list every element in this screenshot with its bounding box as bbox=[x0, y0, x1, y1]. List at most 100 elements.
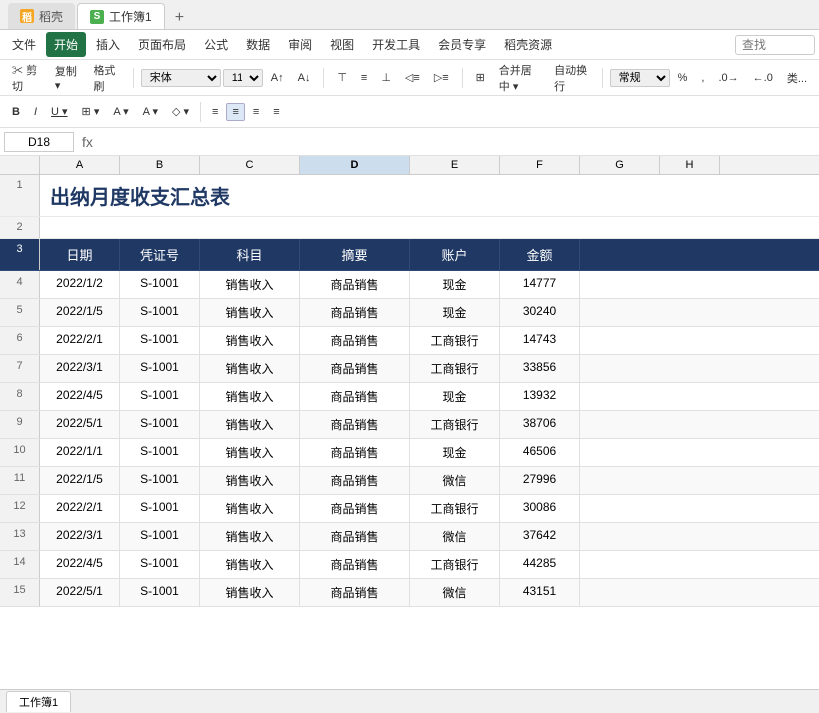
align-center-button[interactable]: ≡ bbox=[226, 103, 244, 121]
cell-voucher[interactable]: S-1001 bbox=[120, 551, 200, 578]
cell-account[interactable]: 工商银行 bbox=[410, 495, 500, 522]
menu-insert[interactable]: 插入 bbox=[88, 32, 128, 57]
cell-amount[interactable]: 14777 bbox=[500, 271, 580, 298]
cell-subject[interactable]: 销售收入 bbox=[200, 495, 300, 522]
cell-date[interactable]: 2022/1/5 bbox=[40, 299, 120, 326]
col-header-C[interactable]: C bbox=[200, 156, 300, 174]
align-right-button[interactable]: ≡ bbox=[247, 103, 265, 121]
cell-account[interactable]: 微信 bbox=[410, 467, 500, 494]
cell-voucher[interactable]: S-1001 bbox=[120, 495, 200, 522]
cell-date[interactable]: 2022/5/1 bbox=[40, 579, 120, 606]
cell-account[interactable]: 微信 bbox=[410, 523, 500, 550]
underline-button[interactable]: U ▾ bbox=[45, 102, 74, 121]
menu-vip[interactable]: 会员专享 bbox=[430, 32, 494, 57]
cell-account[interactable]: 工商银行 bbox=[410, 411, 500, 438]
copy-button[interactable]: 复制 ▾ bbox=[49, 60, 86, 95]
cell-date[interactable]: 2022/1/1 bbox=[40, 439, 120, 466]
col-header-H[interactable]: H bbox=[660, 156, 720, 174]
erase-button[interactable]: ◇ ▾ bbox=[166, 102, 195, 121]
cell-date[interactable]: 2022/2/1 bbox=[40, 327, 120, 354]
cell-summary[interactable]: 商品销售 bbox=[300, 495, 410, 522]
col-header-A[interactable]: A bbox=[40, 156, 120, 174]
merge-center-button[interactable]: 合并居中 ▾ bbox=[493, 59, 546, 97]
cell-amount[interactable]: 38706 bbox=[500, 411, 580, 438]
align-left-button[interactable]: ≡ bbox=[206, 103, 224, 121]
indent-decrease-button[interactable]: ◁≡ bbox=[399, 68, 426, 87]
menu-daoke[interactable]: 稻壳资源 bbox=[496, 32, 560, 57]
cell-amount[interactable]: 14743 bbox=[500, 327, 580, 354]
cell-account[interactable]: 现金 bbox=[410, 271, 500, 298]
increase-font-button[interactable]: A↑ bbox=[265, 69, 290, 87]
cell-voucher[interactable]: S-1001 bbox=[120, 411, 200, 438]
cell-amount[interactable]: 44285 bbox=[500, 551, 580, 578]
cell-summary[interactable]: 商品销售 bbox=[300, 523, 410, 550]
cell-date[interactable]: 2022/1/5 bbox=[40, 467, 120, 494]
align-middle-button[interactable]: ≡ bbox=[355, 69, 373, 87]
empty-cell-2[interactable] bbox=[40, 217, 819, 238]
cell-summary[interactable]: 商品销售 bbox=[300, 327, 410, 354]
cell-voucher[interactable]: S-1001 bbox=[120, 523, 200, 550]
cell-summary[interactable]: 商品销售 bbox=[300, 439, 410, 466]
cell-summary[interactable]: 商品销售 bbox=[300, 579, 410, 606]
cell-summary[interactable]: 商品销售 bbox=[300, 467, 410, 494]
cell-date[interactable]: 2022/4/5 bbox=[40, 551, 120, 578]
cell-date[interactable]: 2022/3/1 bbox=[40, 355, 120, 382]
decrease-decimal-button[interactable]: ←.0 bbox=[747, 69, 779, 87]
cell-voucher[interactable]: S-1001 bbox=[120, 299, 200, 326]
menu-home[interactable]: 开始 bbox=[46, 32, 86, 57]
format-painter-button[interactable]: 格式刷 bbox=[87, 59, 125, 97]
cell-voucher[interactable]: S-1001 bbox=[120, 467, 200, 494]
cell-subject[interactable]: 销售收入 bbox=[200, 467, 300, 494]
cell-summary[interactable]: 商品销售 bbox=[300, 271, 410, 298]
number-format-select[interactable]: 常规 bbox=[610, 69, 670, 87]
cell-voucher[interactable]: S-1001 bbox=[120, 327, 200, 354]
increase-decimal-button[interactable]: .0→ bbox=[712, 69, 744, 87]
cell-account[interactable]: 微信 bbox=[410, 579, 500, 606]
decrease-font-button[interactable]: A↓ bbox=[292, 69, 317, 87]
cell-voucher[interactable]: S-1001 bbox=[120, 383, 200, 410]
cell-subject[interactable]: 销售收入 bbox=[200, 523, 300, 550]
menu-formula[interactable]: 公式 bbox=[196, 32, 236, 57]
title-cell[interactable]: 出纳月度收支汇总表 bbox=[40, 175, 819, 216]
cell-date[interactable]: 2022/4/5 bbox=[40, 383, 120, 410]
more-format-button[interactable]: 类... bbox=[781, 67, 813, 89]
cell-date[interactable]: 2022/1/2 bbox=[40, 271, 120, 298]
cell-subject[interactable]: 销售收入 bbox=[200, 299, 300, 326]
wrap-text-button[interactable]: 自动换行 bbox=[548, 59, 595, 97]
cut-button[interactable]: ✂ ✂ 剪切剪切 bbox=[6, 59, 47, 97]
cell-date[interactable]: 2022/5/1 bbox=[40, 411, 120, 438]
cell-ref-input[interactable]: D18 bbox=[4, 132, 74, 152]
menu-devtools[interactable]: 开发工具 bbox=[364, 32, 428, 57]
cell-summary[interactable]: 商品销售 bbox=[300, 355, 410, 382]
font-family-select[interactable]: 宋体 bbox=[141, 69, 221, 87]
col-header-F[interactable]: F bbox=[500, 156, 580, 174]
fill-color-button[interactable]: A ▾ bbox=[107, 102, 134, 121]
col-header-E[interactable]: E bbox=[410, 156, 500, 174]
cell-date[interactable]: 2022/2/1 bbox=[40, 495, 120, 522]
comma-button[interactable]: , bbox=[695, 69, 710, 87]
cell-summary[interactable]: 商品销售 bbox=[300, 551, 410, 578]
indent-increase-button[interactable]: ▷≡ bbox=[428, 68, 455, 87]
cell-account[interactable]: 现金 bbox=[410, 439, 500, 466]
cell-amount[interactable]: 13932 bbox=[500, 383, 580, 410]
col-header-D[interactable]: D bbox=[300, 156, 410, 174]
cell-amount[interactable]: 33856 bbox=[500, 355, 580, 382]
search-input[interactable] bbox=[735, 35, 815, 55]
percent-button[interactable]: % bbox=[672, 69, 694, 87]
cell-voucher[interactable]: S-1001 bbox=[120, 271, 200, 298]
menu-data[interactable]: 数据 bbox=[238, 32, 278, 57]
merge-cells-button[interactable]: ⊞ bbox=[470, 68, 491, 87]
cell-date[interactable]: 2022/3/1 bbox=[40, 523, 120, 550]
col-header-B[interactable]: B bbox=[120, 156, 200, 174]
menu-view[interactable]: 视图 bbox=[322, 32, 362, 57]
tab-workbook[interactable]: S 工作簿1 bbox=[77, 3, 165, 29]
cell-amount[interactable]: 43151 bbox=[500, 579, 580, 606]
sheet-tab-1[interactable]: 工作簿1 bbox=[6, 691, 71, 712]
align-top-button[interactable]: ⊤ bbox=[331, 68, 353, 87]
bold-button[interactable]: B bbox=[6, 103, 26, 121]
menu-file[interactable]: 文件 bbox=[4, 32, 44, 57]
cell-amount[interactable]: 30240 bbox=[500, 299, 580, 326]
cell-voucher[interactable]: S-1001 bbox=[120, 355, 200, 382]
formula-input[interactable] bbox=[101, 133, 815, 151]
cell-subject[interactable]: 销售收入 bbox=[200, 439, 300, 466]
